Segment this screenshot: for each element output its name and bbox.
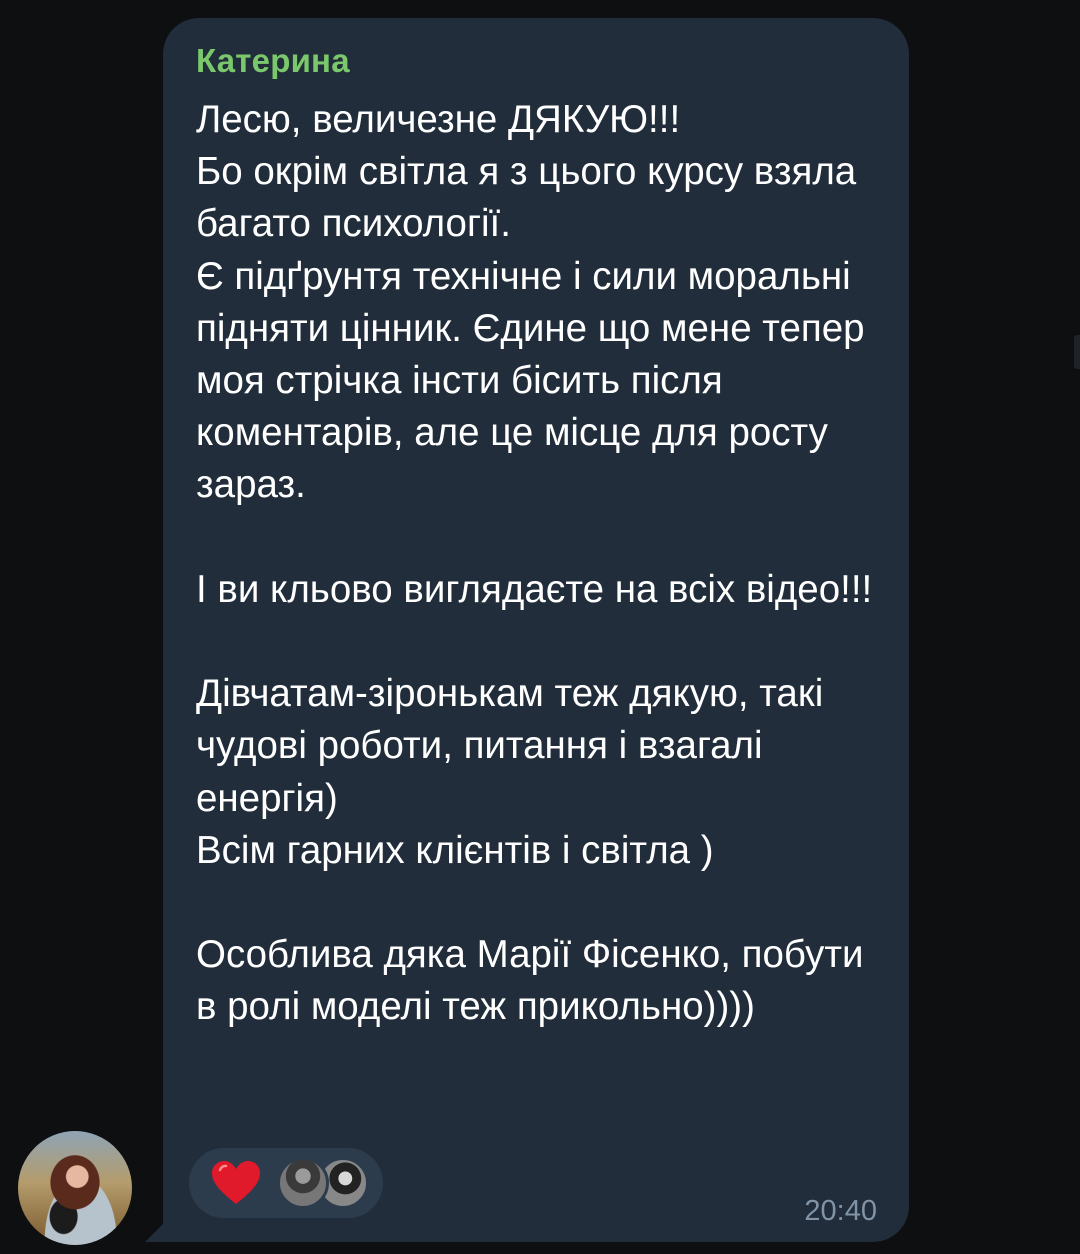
reaction-pill[interactable] [189, 1148, 383, 1218]
scroll-indicator[interactable] [1074, 335, 1080, 369]
heart-icon [212, 1161, 260, 1204]
sender-avatar[interactable] [18, 1131, 132, 1245]
message-timestamp: 20:40 [804, 1195, 877, 1227]
reactor-avatar[interactable] [277, 1157, 329, 1209]
sender-name[interactable]: Катерина [196, 42, 350, 80]
message-bubble[interactable]: Катерина Лесю, величезне ДЯКУЮ!!! Бо окр… [163, 18, 909, 1242]
chat-screen: Катерина Лесю, величезне ДЯКУЮ!!! Бо окр… [0, 0, 1080, 1254]
message-text: Лесю, величезне ДЯКУЮ!!! Бо окрім світла… [196, 98, 873, 1029]
